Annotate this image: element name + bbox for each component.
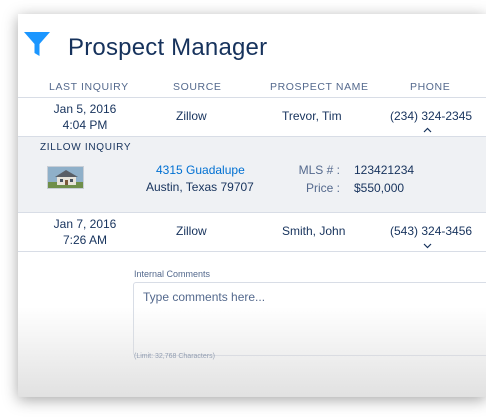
source-cell: Zillow [176, 109, 207, 123]
price-label: Price : [305, 181, 340, 195]
chevron-up-icon[interactable] [423, 125, 432, 135]
property-photo[interactable] [47, 166, 84, 189]
column-header-prospect-name[interactable]: PROSPECT NAME [270, 81, 369, 93]
table-header: LAST INQUIRY SOURCE PROSPECT NAME PHONE [18, 76, 486, 98]
app-window: Prospect Manager LAST INQUIRY SOURCE PRO… [18, 14, 486, 397]
property-city: Austin, Texas 79707 [146, 180, 254, 194]
inquiry-date: Jan 7, 2016 [53, 217, 117, 231]
last-inquiry-cell: Jan 7, 2016 7:26 AM [35, 216, 135, 248]
inquiry-time: 4:04 PM [62, 118, 108, 132]
character-limit-note: (Limit: 32,768 Characters) [134, 353, 215, 360]
inquiry-date: Jan 5, 2016 [53, 102, 117, 116]
prospect-name-cell[interactable]: Trevor, Tim [282, 109, 342, 123]
last-inquiry-cell: Jan 5, 2016 4:04 PM [35, 101, 135, 133]
internal-comments-field[interactable] [133, 282, 486, 356]
detail-title: ZILLOW INQUIRY [40, 142, 132, 153]
table-row[interactable]: Jan 5, 2016 4:04 PM Zillow Trevor, Tim (… [18, 98, 486, 136]
phone-cell[interactable]: (234) 324-2345 [390, 109, 472, 123]
table-row[interactable]: Jan 7, 2016 7:26 AM Zillow Smith, John (… [18, 212, 486, 252]
column-header-source[interactable]: SOURCE [173, 81, 222, 93]
chevron-down-icon[interactable] [423, 241, 432, 251]
source-cell: Zillow [176, 224, 207, 238]
phone-cell[interactable]: (543) 324-3456 [390, 224, 472, 238]
mls-label: MLS # : [298, 163, 340, 177]
column-header-last-inquiry[interactable]: LAST INQUIRY [49, 81, 129, 93]
property-address-link[interactable]: 4315 Guadalupe [156, 163, 245, 177]
inquiry-detail-panel: ZILLOW INQUIRY 4315 Guadalupe Austin, Te… [18, 136, 486, 212]
app-header: Prospect Manager [18, 14, 486, 76]
mls-value: 123421234 [354, 163, 415, 177]
filter-funnel-icon [23, 31, 51, 62]
column-header-phone[interactable]: PHONE [410, 81, 450, 93]
prospect-name-cell[interactable]: Smith, John [282, 224, 345, 238]
inquiry-time: 7:26 AM [62, 233, 108, 247]
price-value: $550,000 [354, 181, 405, 195]
page-title: Prospect Manager [68, 34, 268, 61]
comments-label: Internal Comments [134, 269, 211, 279]
